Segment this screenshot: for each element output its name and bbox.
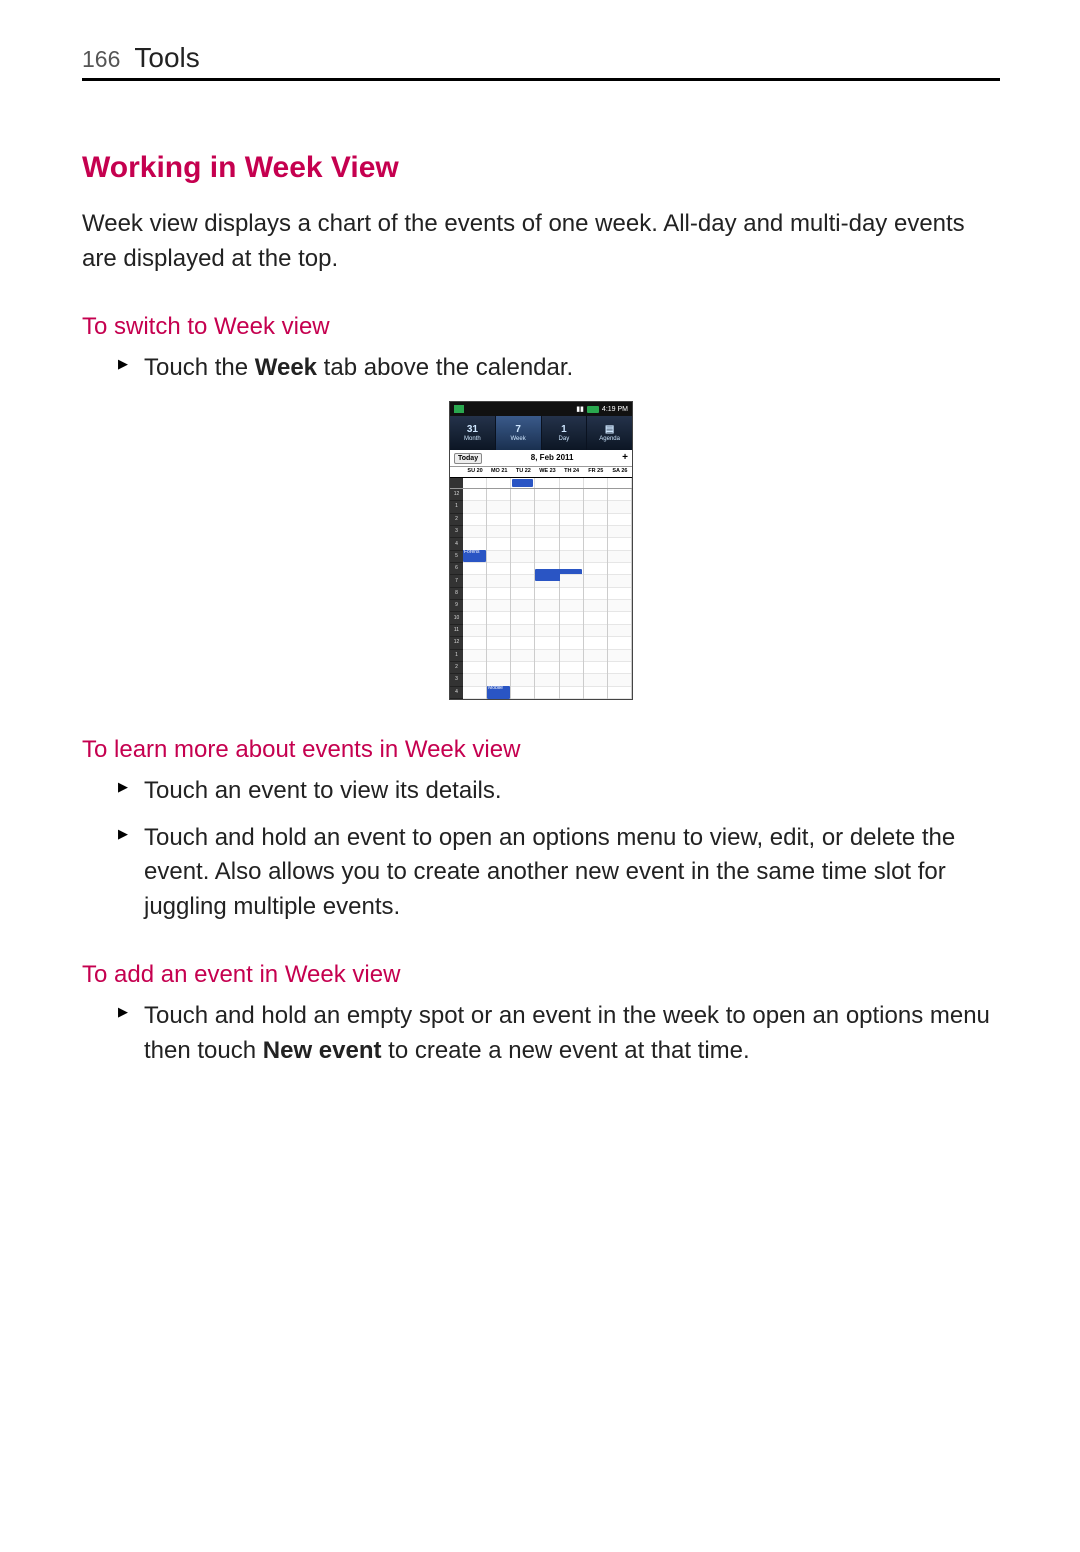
page-section-title: Tools (134, 42, 199, 74)
status-time: 4:19 PM (602, 406, 628, 413)
text-bold: Week (255, 354, 317, 381)
list-item: Touch and hold an event to open an optio… (118, 821, 1000, 925)
tab-week-label: Week (511, 436, 526, 442)
signal-icon: ▮▮ (576, 406, 584, 413)
current-date: 8, Feb 2011 (531, 454, 574, 462)
tab-day-icon: 1 (561, 425, 567, 435)
intro-paragraph: Week view displays a chart of the events… (82, 207, 1000, 277)
day-head: SU 20 (463, 467, 487, 477)
subheading-switch-to-week: To switch to Week view (82, 313, 1000, 341)
date-row: Today 8, Feb 2011 + (450, 450, 632, 467)
tab-agenda-icon: ▤ (605, 425, 614, 435)
day-head: TH 24 (560, 467, 584, 477)
page-number: 166 (82, 46, 120, 73)
day-head: MO 21 (487, 467, 511, 477)
tab-agenda[interactable]: ▤ Agenda (587, 416, 632, 450)
tab-month[interactable]: 31 Month (450, 416, 496, 450)
day-column-we[interactable] (535, 489, 559, 699)
event-mobile[interactable]: Mobile (487, 686, 510, 699)
text: tab above the calendar. (317, 354, 573, 381)
today-button[interactable]: Today (454, 453, 482, 464)
hour-column: 12 1 2 3 4 5 6 7 8 9 10 11 12 1 2 3 4 (450, 489, 463, 699)
day-head: FR 25 (584, 467, 608, 477)
text: Touch the (144, 354, 255, 381)
list-item: Touch and hold an empty spot or an event… (118, 999, 1000, 1069)
day-column-mo[interactable]: Mobile (487, 489, 511, 699)
list-item: Touch an event to view its details. (118, 774, 1000, 809)
all-day-row (450, 478, 632, 489)
add-event-button[interactable]: + (622, 453, 628, 463)
tab-day-label: Day (559, 436, 570, 442)
tab-month-label: Month (464, 436, 481, 442)
tab-week[interactable]: 7 Week (496, 416, 542, 450)
day-head: SA 26 (608, 467, 632, 477)
day-header-row: SU 20 MO 21 TU 22 WE 23 TH 24 FR 25 SA 2… (450, 467, 632, 478)
day-column-sa[interactable] (608, 489, 632, 699)
list-item: Touch the Week tab above the calendar. (118, 351, 1000, 386)
tab-day[interactable]: 1 Day (542, 416, 588, 450)
status-bar: ▮▮ 4:19 PM (450, 402, 632, 416)
page-header: 166 Tools (82, 42, 1000, 81)
subheading-learn-more: To learn more about events in Week view (82, 736, 1000, 764)
tab-week-icon: 7 (515, 425, 521, 435)
day-column-fr[interactable] (584, 489, 608, 699)
tab-agenda-label: Agenda (599, 436, 620, 442)
day-column-th[interactable] (560, 489, 584, 699)
calendar-tabs: 31 Month 7 Week 1 Day ▤ Agenda (450, 416, 632, 450)
day-head: WE 23 (535, 467, 559, 477)
day-column-su[interactable]: Forens (463, 489, 487, 699)
heading-working-in-week-view: Working in Week View (82, 151, 1000, 185)
tab-month-icon: 31 (467, 425, 478, 435)
event-forens[interactable]: Forens (463, 550, 486, 563)
day-head: TU 22 (511, 467, 535, 477)
day-column-tu[interactable] (511, 489, 535, 699)
week-view-screenshot: ▮▮ 4:19 PM 31 Month 7 Week 1 Day ▤ Agend… (449, 401, 633, 700)
home-icon (454, 405, 464, 413)
text-bold: New event (263, 1037, 382, 1064)
subheading-add-event: To add an event in Week view (82, 961, 1000, 989)
week-grid[interactable]: 12 1 2 3 4 5 6 7 8 9 10 11 12 1 2 3 4 (450, 489, 632, 699)
allday-event[interactable] (512, 479, 533, 487)
text: to create a new event at that time. (381, 1037, 749, 1064)
battery-icon (587, 406, 599, 413)
